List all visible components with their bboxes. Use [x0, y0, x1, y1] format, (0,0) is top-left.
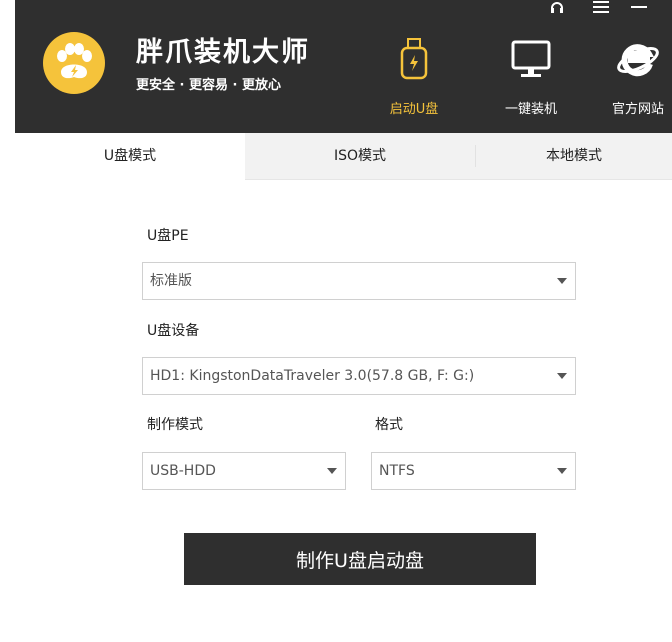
mode-label: 制作模式: [147, 417, 203, 433]
mode-select[interactable]: USB-HDD: [142, 452, 346, 490]
create-boot-usb-button[interactable]: 制作U盘启动盘: [184, 533, 536, 585]
mode-select-value: USB-HDD: [150, 463, 216, 479]
chevron-down-icon: [557, 468, 567, 474]
device-label: U盘设备: [147, 323, 200, 339]
chevron-down-icon: [557, 373, 567, 379]
chevron-down-icon: [557, 278, 567, 284]
monitor-icon: [510, 38, 552, 84]
format-select[interactable]: NTFS: [371, 452, 576, 490]
paw-logo-icon: [43, 32, 105, 94]
app-header: 胖爪装机大师 更安全 · 更容易 · 更放心 启动U盘 一键装机 官方网站: [15, 0, 672, 133]
usb-icon: [399, 38, 429, 84]
tab-iso-mode[interactable]: ISO模式: [245, 133, 475, 180]
app-title: 胖爪装机大师: [136, 37, 310, 68]
pe-select-value: 标准版: [150, 273, 192, 289]
nav-official-site[interactable]: 官方网站: [604, 0, 672, 133]
nav-label: 启动U盘: [389, 102, 439, 117]
device-select-value: HD1: KingstonDataTraveler 3.0(57.8 GB, F…: [150, 368, 475, 384]
ie-browser-icon: [616, 38, 660, 86]
pe-select[interactable]: 标准版: [142, 262, 576, 300]
mode-tabs: U盘模式 ISO模式 本地模式: [15, 133, 672, 180]
chevron-down-icon: [327, 468, 337, 474]
format-label: 格式: [375, 417, 403, 433]
nav-one-click-install[interactable]: 一键装机: [493, 0, 569, 133]
tab-usb-mode[interactable]: U盘模式: [15, 133, 245, 180]
app-slogan: 更安全 · 更容易 · 更放心: [136, 78, 281, 93]
pe-label: U盘PE: [147, 228, 189, 244]
device-select[interactable]: HD1: KingstonDataTraveler 3.0(57.8 GB, F…: [142, 357, 576, 395]
nav-label: 一键装机: [504, 102, 557, 117]
tab-local-mode[interactable]: 本地模式: [476, 133, 672, 180]
nav-label: 官方网站: [611, 102, 664, 117]
nav-boot-usb[interactable]: 启动U盘: [376, 0, 452, 133]
format-select-value: NTFS: [379, 463, 415, 479]
